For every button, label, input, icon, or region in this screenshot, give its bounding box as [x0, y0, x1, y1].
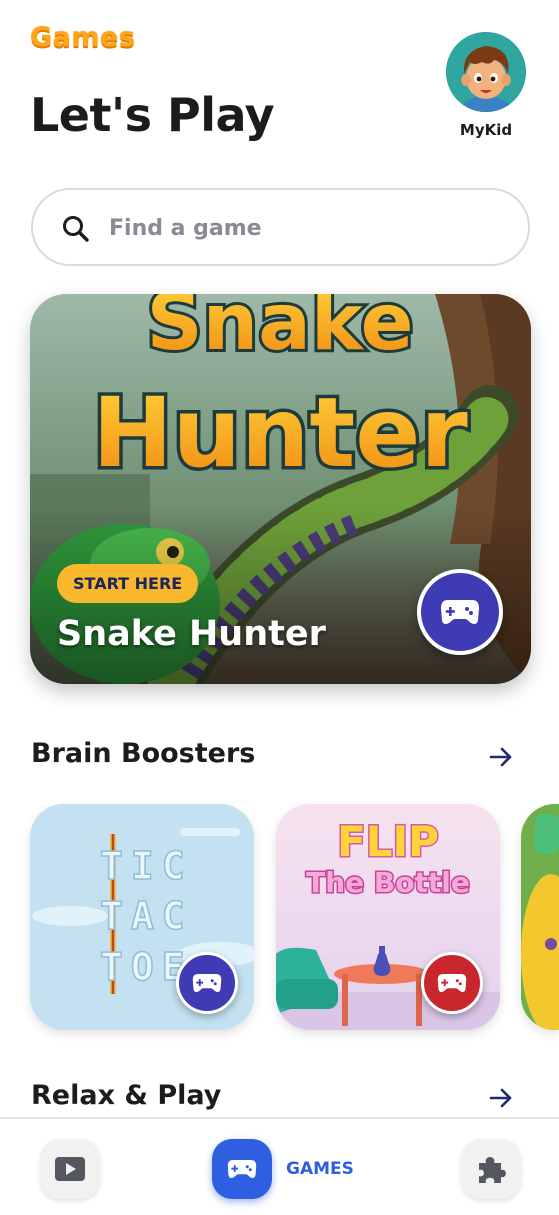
gamepad-icon [437, 974, 467, 992]
featured-play-button[interactable] [417, 569, 503, 655]
arrow-right-icon[interactable] [487, 1084, 515, 1112]
section-title-relax-and-play: Relax & Play [31, 1080, 222, 1111]
partial-game-artwork [521, 804, 559, 1030]
game-card-partial[interactable] [521, 804, 559, 1030]
section-title-brain-boosters: Brain Boosters [31, 738, 256, 769]
nav-videos-button[interactable] [40, 1139, 100, 1199]
kid-avatar-icon [446, 32, 526, 112]
play-button-flip-the-bottle[interactable] [421, 952, 483, 1014]
profile-avatar[interactable] [446, 32, 526, 112]
video-icon [55, 1157, 85, 1181]
featured-game-title: Snake Hunter [57, 614, 326, 654]
game-card-flip-the-bottle[interactable]: FLIP The Bottle [276, 804, 500, 1030]
search-input[interactable] [109, 208, 509, 248]
arrow-right-icon[interactable] [487, 743, 515, 771]
tac-text: TAC [100, 894, 193, 938]
game-card-tic-tac-toe[interactable]: TIC TAC TOE [30, 804, 254, 1030]
gamepad-icon [227, 1160, 257, 1178]
artwork-title-line1: Snake [146, 294, 413, 368]
nav-puzzles-button[interactable] [461, 1139, 521, 1199]
gamepad-icon [441, 600, 479, 624]
tic-text: TIC [100, 844, 193, 888]
featured-game-card[interactable]: Snake Hunter START HERE Snake Hunter [30, 294, 531, 684]
bottom-navigation: GAMES [0, 1117, 559, 1215]
puzzle-icon [479, 1157, 506, 1183]
search-bar[interactable] [31, 188, 530, 266]
nav-games-button[interactable] [212, 1139, 272, 1199]
flip-text: FLIP [337, 817, 439, 866]
play-button-tic-tac-toe[interactable] [176, 952, 238, 1014]
nav-games-label[interactable]: GAMES [286, 1159, 354, 1179]
page-title: Let's Play [30, 88, 275, 142]
gamepad-icon [192, 974, 222, 992]
the-bottle-text: The Bottle [306, 866, 470, 899]
profile-name[interactable]: MyKid [446, 121, 526, 139]
artwork-title-line2: Hunter [92, 377, 468, 489]
search-icon [63, 216, 89, 242]
games-logo: Games [30, 22, 136, 53]
start-here-badge: START HERE [57, 564, 199, 603]
